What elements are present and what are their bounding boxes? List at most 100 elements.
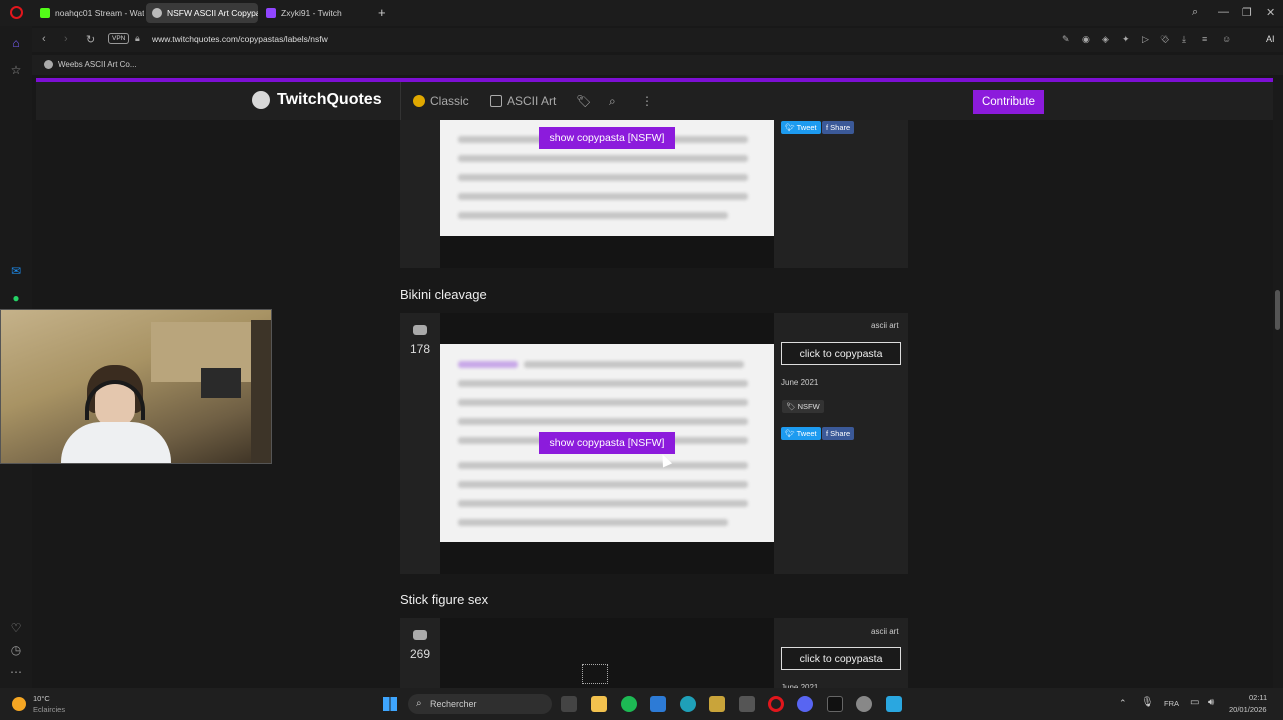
menu-icon[interactable]: ≡ (1202, 34, 1207, 44)
windows-start-icon[interactable] (383, 697, 397, 711)
door-frame (251, 320, 271, 463)
messenger-icon[interactable]: ✉ (9, 264, 23, 278)
url-field[interactable]: www.twitchquotes.com/copypastas/labels/n… (152, 34, 328, 44)
tweet-button[interactable]: 🐦︎ Tweet (781, 121, 821, 134)
search-icon[interactable]: ⌕ (609, 94, 616, 109)
opera-icon[interactable] (768, 696, 784, 712)
extension-icon[interactable]: ✦ (1122, 34, 1130, 45)
share-button[interactable]: f Share (822, 427, 855, 440)
app-icon[interactable] (856, 696, 872, 712)
app-icon[interactable] (886, 696, 902, 712)
reload-icon[interactable]: ↻ (86, 33, 95, 46)
app-icon[interactable] (709, 696, 725, 712)
nsfw-tag[interactable]: 🏷︎ NSFW (782, 400, 824, 413)
language-indicator[interactable]: FRA (1164, 699, 1179, 708)
tab-bar: noahqc01 Stream - Watch NSFW ASCII Art C… (0, 0, 1283, 26)
card-title[interactable]: Bikini cleavage (400, 287, 487, 302)
edge-icon[interactable] (680, 696, 696, 712)
taskbar-search[interactable]: ⌕ Rechercher (408, 694, 552, 714)
tray-chevron-icon[interactable]: ⌃ (1119, 698, 1127, 709)
play-icon[interactable]: ▷ (1142, 34, 1149, 45)
tag-label: NSFW (797, 402, 820, 411)
minimize-icon[interactable]: — (1218, 6, 1229, 18)
vote-icon[interactable] (413, 325, 427, 335)
profile-icon[interactable]: ☺ (1222, 34, 1231, 44)
task-view-icon[interactable] (561, 696, 577, 712)
bookmark-item[interactable]: Weebs ASCII Art Co... (58, 60, 137, 69)
copy-button[interactable]: click to copypasta (781, 342, 901, 365)
restore-icon[interactable]: ❐ (1242, 6, 1252, 19)
display-icon[interactable]: ▭ (1190, 697, 1199, 708)
vote-count: 178 (409, 342, 431, 356)
tags-icon[interactable]: 🏷︎ (576, 94, 591, 108)
nav-label: ASCII Art (507, 94, 557, 108)
opera-logo-icon[interactable] (10, 6, 23, 19)
contribute-button[interactable]: Contribute (973, 90, 1044, 114)
nav-ascii-art[interactable]: ASCII Art (490, 94, 556, 108)
show-copypasta-button[interactable]: show copypasta [NSFW] (539, 432, 675, 454)
card-title[interactable]: Stick figure sex (400, 592, 488, 607)
tweet-label: Tweet (796, 123, 817, 132)
twitchquotes-icon (152, 8, 162, 18)
classic-icon (413, 95, 425, 107)
nav-classic[interactable]: Classic (413, 94, 469, 108)
close-icon[interactable]: ✕ (1266, 6, 1275, 19)
copy-button[interactable]: click to copypasta (781, 647, 901, 670)
ai-label[interactable]: AI (1266, 34, 1275, 44)
scrollbar-thumb[interactable] (1275, 290, 1280, 330)
shield-icon[interactable]: ◈ (1102, 34, 1109, 45)
clock-time[interactable]: 02:11 (1249, 693, 1267, 702)
twitch-icon (266, 8, 276, 18)
download-icon[interactable]: ⤓ (1182, 34, 1186, 45)
share-button[interactable]: f Share (822, 121, 855, 134)
spotify-icon[interactable] (621, 696, 637, 712)
discord-icon[interactable] (797, 696, 813, 712)
tab-kick[interactable]: noahqc01 Stream - Watch (34, 3, 144, 23)
file-explorer-icon[interactable] (591, 696, 607, 712)
weather-icon[interactable] (12, 697, 26, 711)
address-bar: ‹ › ↻ VPN 🔒︎ www.twitchquotes.com/copypa… (32, 28, 1283, 52)
store-icon[interactable] (650, 696, 666, 712)
camera-icon[interactable]: ◉ (1082, 34, 1090, 45)
tweet-label: Tweet (796, 429, 817, 438)
app-icon[interactable] (739, 696, 755, 712)
bookmarks-bar: Weebs ASCII Art Co... (32, 55, 1283, 75)
microphone-icon[interactable]: 🎙︎ (1141, 697, 1154, 708)
share-label: Share (830, 429, 851, 438)
page-scrollbar[interactable] (1273, 80, 1283, 688)
whatsapp-icon[interactable]: ● (9, 291, 23, 305)
logo-text: TwitchQuotes (277, 91, 382, 108)
clock-date[interactable]: 20/01/2026 (1229, 705, 1267, 714)
site-logo[interactable]: TwitchQuotes (252, 91, 382, 109)
windows-taskbar: 10°C Eclaircies ⌕ Rechercher ⌃ 🎙︎ FRA ▭ … (0, 688, 1283, 720)
nav-label: Classic (430, 94, 469, 108)
more-icon[interactable]: ⋯ (9, 665, 23, 679)
site-header: TwitchQuotes Classic ASCII Art 🏷︎ ⌕ ⋮ Co… (36, 82, 1273, 120)
heart-icon[interactable]: ♡ (9, 621, 23, 635)
vote-icon[interactable] (413, 630, 427, 640)
tab-twitch[interactable]: Zxyki91 - Twitch (260, 3, 360, 23)
volume-icon[interactable]: 🔊︎ (1208, 697, 1214, 708)
back-icon[interactable]: ‹ (42, 33, 46, 45)
copypasta-date: June 2021 (781, 378, 819, 387)
person-shirt (61, 422, 171, 463)
tweet-button[interactable]: 🐦︎ Tweet (781, 427, 821, 440)
tab-twitchquotes[interactable]: NSFW ASCII Art Copypas (146, 3, 258, 23)
more-menu-icon[interactable]: ⋮ (641, 94, 653, 108)
forward-icon[interactable]: › (64, 33, 68, 45)
edit-icon[interactable]: ✎ (1062, 34, 1070, 45)
preview-footer (440, 236, 774, 268)
new-tab-button[interactable]: + (378, 5, 386, 20)
show-copypasta-button[interactable]: show copypasta [NSFW] (539, 127, 675, 149)
home-icon[interactable]: ⌂ (9, 36, 23, 50)
star-icon[interactable]: ☆ (9, 63, 23, 77)
search-tabs-icon[interactable]: ⌕ (1192, 6, 1198, 19)
lock-icon: 🔒︎ (135, 33, 140, 43)
search-icon: ⌕ (416, 698, 422, 709)
terminal-icon[interactable] (827, 696, 843, 712)
history-icon[interactable]: ◷ (9, 643, 23, 657)
kick-icon (40, 8, 50, 18)
ascii-art-glyph (582, 664, 608, 684)
heart-icon[interactable]: ♡ (1160, 34, 1168, 45)
vpn-badge[interactable]: VPN (108, 33, 130, 44)
